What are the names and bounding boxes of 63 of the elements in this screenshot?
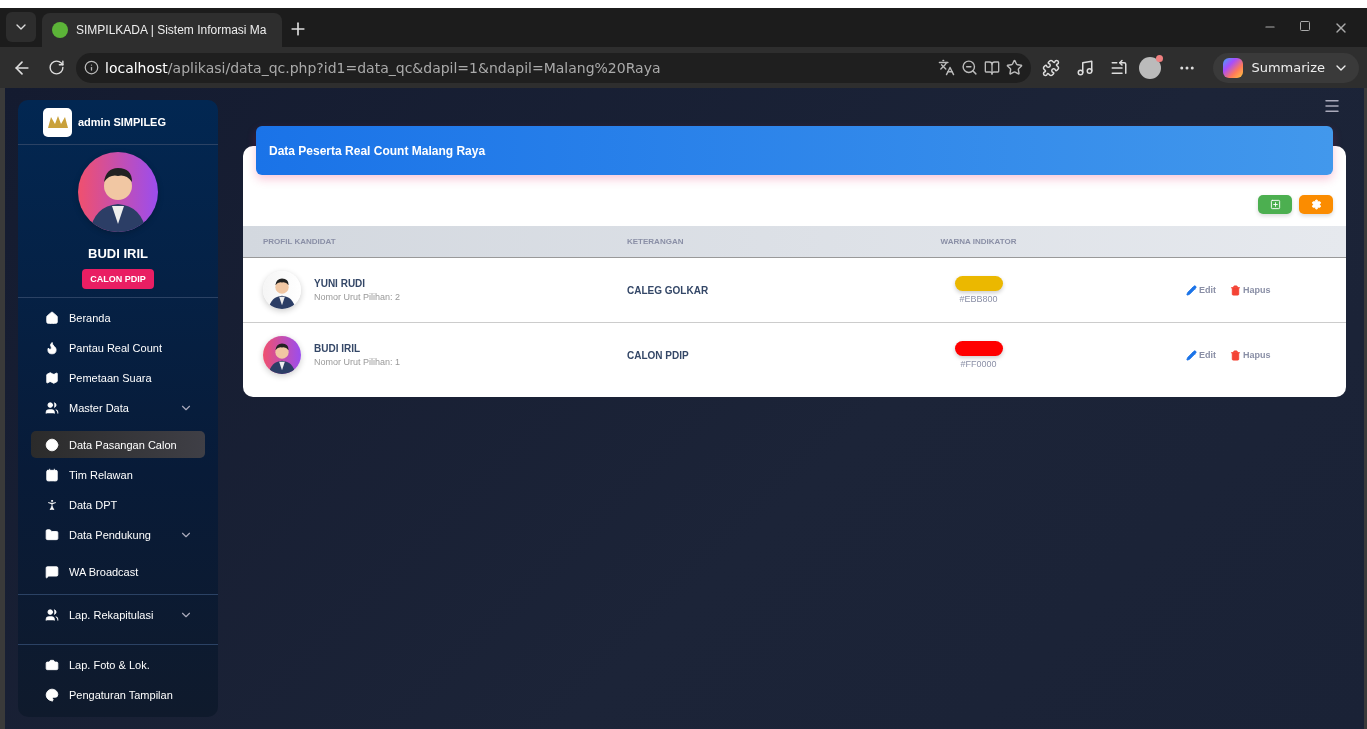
sidebar-item[interactable]: Data DPT: [31, 491, 205, 518]
table-cell-text: CALON PDIP: [627, 349, 690, 361]
zoom-out-icon[interactable]: [961, 59, 979, 76]
settings-icon: [1310, 199, 1322, 210]
sidebar-item[interactable]: Lap. Rekapitulasi: [31, 601, 205, 628]
color-code: #EBB800: [959, 294, 998, 304]
sidebar-item[interactable]: Master Data: [31, 394, 205, 421]
address-bar[interactable]: localhost/aplikasi/data_qc.php?id1=data_qc&dapil=1&ndapil=Malang%20Raya: [76, 52, 1032, 83]
nav-icon: [45, 687, 59, 702]
table-cell-text: CALEG GOLKAR: [627, 284, 710, 296]
nav-icon: [45, 527, 59, 542]
sidebar-item[interactable]: Pengaturan Tampilan: [31, 681, 205, 708]
summarize-button[interactable]: Summarize: [1213, 52, 1359, 83]
nav-icon: [45, 657, 59, 672]
copilot-icon: [1223, 57, 1244, 78]
profile-avatar[interactable]: [1139, 56, 1162, 79]
nav-icon: [45, 607, 59, 622]
trash-icon: [1230, 284, 1241, 296]
tab-list-button[interactable]: [6, 12, 36, 42]
card-title: Data Peserta Real Count Malang Raya: [269, 143, 486, 158]
puzzle-icon[interactable]: [1042, 58, 1061, 77]
plus-square-icon: [1269, 199, 1281, 210]
nav-icon: [45, 310, 59, 325]
nav-icon: [45, 370, 59, 385]
menu-icon[interactable]: [1323, 97, 1341, 115]
nav-icon: [45, 564, 59, 579]
pencil-icon: [1186, 284, 1197, 296]
sidebar-item[interactable]: Pemetaan Suara: [31, 364, 205, 391]
nav-icon: [45, 437, 59, 452]
color-code: #FF0000: [960, 359, 997, 369]
profile-name: BUDI IRIL: [88, 246, 148, 261]
sidebar-item[interactable]: Pantau Real Count: [31, 334, 205, 361]
sidebar-item[interactable]: Lap. Foto & Lok.: [31, 651, 205, 678]
nav-icon: [45, 497, 59, 512]
sidebar-item[interactable]: Beranda: [31, 304, 205, 331]
trash-icon: [1230, 349, 1241, 361]
candidate-number: Nomor Urut Pilihan: 1: [314, 357, 401, 367]
sidebar-item[interactable]: Data Pendukung: [31, 521, 205, 548]
nav-icon: [45, 400, 59, 415]
music-icon[interactable]: [1076, 58, 1095, 77]
reload-icon[interactable]: [47, 59, 65, 76]
candidate-name: YUNI RUDI: [314, 278, 367, 289]
maximize-icon[interactable]: [1299, 19, 1311, 32]
nav-icon: [45, 467, 59, 482]
pencil-icon: [1186, 349, 1197, 361]
translate-icon[interactable]: [938, 59, 956, 76]
column-header: KETERANGAN: [627, 237, 685, 246]
info-icon: [84, 60, 99, 75]
candidate-name: BUDI IRIL: [314, 343, 362, 354]
logo-icon: [43, 107, 72, 137]
nav-icon: [45, 340, 59, 355]
favorites-icon[interactable]: [1110, 58, 1129, 77]
sidebar-item[interactable]: Tim Relawan: [31, 461, 205, 488]
sidebar-item[interactable]: Data Pasangan Calon: [31, 431, 205, 458]
candidate-number: Nomor Urut Pilihan: 2: [314, 292, 401, 302]
sidebar-item[interactable]: WA Broadcast: [31, 558, 205, 585]
brand-name: admin SIMPILEG: [78, 116, 166, 128]
reader-icon[interactable]: [984, 59, 1001, 76]
column-header: PROFIL KANDIDAT: [262, 237, 337, 246]
role-badge: CALON PDIP: [82, 269, 154, 289]
star-icon[interactable]: [1006, 59, 1024, 76]
column-header: WARNA INDIKATOR: [940, 237, 1017, 246]
browser-tab[interactable]: SIMPILKADA | Sistem Informasi Ma: [42, 13, 282, 47]
